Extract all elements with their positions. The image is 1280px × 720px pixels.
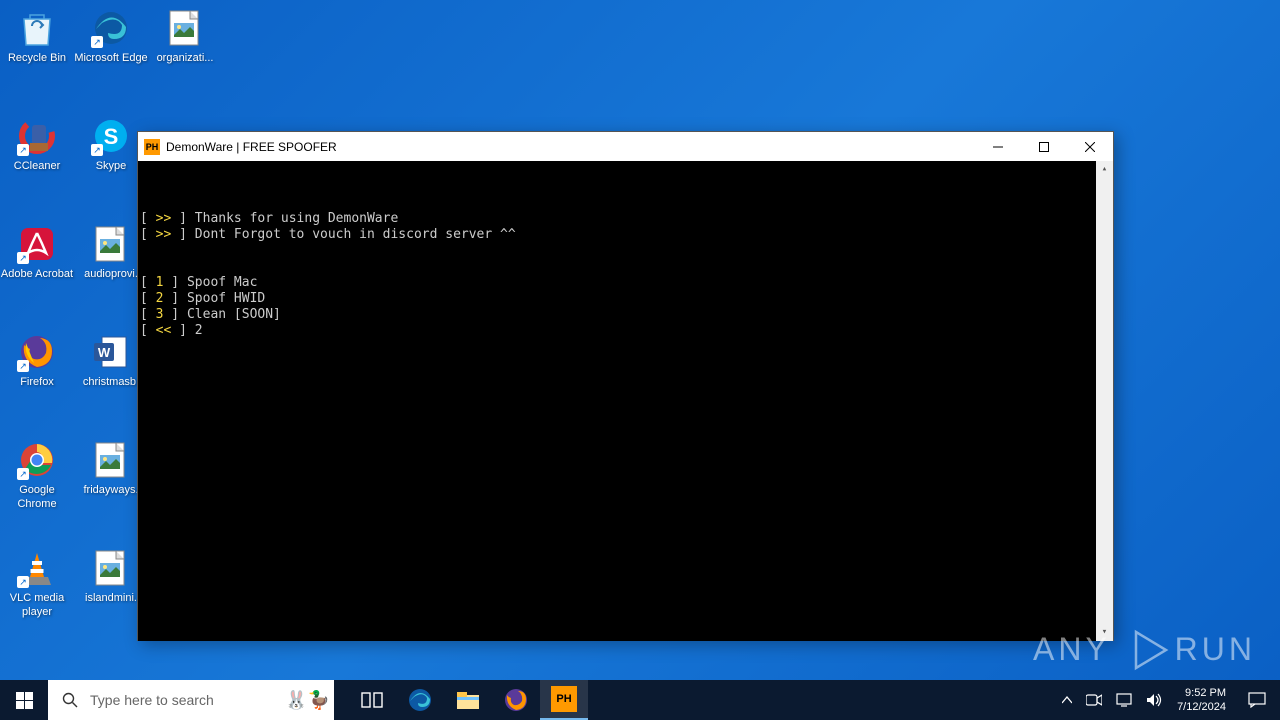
- ccleaner-icon: ↗: [17, 116, 57, 156]
- vlc-icon: ↗: [17, 548, 57, 588]
- taskbar: Type here to search 🐰🦆 PH 9:52 PM 7/12/2…: [0, 680, 1280, 720]
- firefox-icon: ↗: [17, 332, 57, 372]
- search-input[interactable]: Type here to search 🐰🦆: [48, 680, 334, 720]
- tray-network-icon[interactable]: [1109, 680, 1139, 720]
- acrobat-icon: ↗: [17, 224, 57, 264]
- menu-line: [ 3 ] Clean [SOON]: [140, 307, 1113, 323]
- desktop-icon-firefox[interactable]: ↗ Firefox: [0, 332, 74, 389]
- scroll-up-icon[interactable]: ▴: [1096, 161, 1113, 178]
- maximize-button[interactable]: [1021, 132, 1067, 161]
- taskbar-app-file-explorer[interactable]: [444, 680, 492, 720]
- scrollbar[interactable]: ▴ ▾: [1096, 161, 1113, 641]
- shortcut-arrow-icon: ↗: [17, 576, 29, 588]
- blank-line: [140, 179, 1113, 195]
- search-decoration: 🐰🦆: [285, 690, 330, 711]
- desktop-icon-google-chrome[interactable]: ↗ Google Chrome: [0, 440, 74, 512]
- shortcut-arrow-icon: ↗: [91, 144, 103, 156]
- desktop-icon-adobe-acrobat[interactable]: ↗ Adobe Acrobat: [0, 224, 74, 281]
- tray-date: 7/12/2024: [1177, 700, 1226, 714]
- search-icon: [62, 692, 78, 708]
- icon-label: Adobe Acrobat: [0, 267, 74, 281]
- tray-volume-icon[interactable]: [1139, 680, 1169, 720]
- taskbar-app-firefox[interactable]: [492, 680, 540, 720]
- watermark: ANY RUN: [1033, 631, 1256, 668]
- icon-label: Recycle Bin: [0, 51, 74, 65]
- tray-chevron-up-icon[interactable]: [1055, 680, 1079, 720]
- image-icon: [91, 440, 131, 480]
- blank-line: [140, 259, 1113, 275]
- recycle-icon: [17, 8, 57, 48]
- edge-icon: ↗: [91, 8, 131, 48]
- image-icon: [91, 548, 131, 588]
- svg-text:S: S: [104, 124, 119, 149]
- shortcut-arrow-icon: ↗: [17, 468, 29, 480]
- banner-line: [ >> ] Thanks for using DemonWare: [140, 211, 1113, 227]
- desktop-icon-organizati-[interactable]: organizati...: [148, 8, 222, 65]
- taskbar-app-edge[interactable]: [396, 680, 444, 720]
- shortcut-arrow-icon: ↗: [17, 252, 29, 264]
- action-center-button[interactable]: [1234, 680, 1280, 720]
- minimize-button[interactable]: [975, 132, 1021, 161]
- titlebar[interactable]: PH DemonWare | FREE SPOOFER: [138, 132, 1113, 161]
- icon-label: Firefox: [0, 375, 74, 389]
- search-placeholder: Type here to search: [90, 692, 214, 708]
- icon-label: organizati...: [148, 51, 222, 65]
- desktop-icon-microsoft-edge[interactable]: ↗ Microsoft Edge: [74, 8, 148, 65]
- app-icon: PH: [144, 139, 160, 155]
- close-button[interactable]: [1067, 132, 1113, 161]
- word-icon: W: [91, 332, 131, 372]
- icon-label: Google Chrome: [0, 483, 74, 512]
- desktop-icon-ccleaner[interactable]: ↗ CCleaner: [0, 116, 74, 173]
- banner-line: [ >> ] Dont Forgot to vouch in discord s…: [140, 227, 1113, 243]
- shortcut-arrow-icon: ↗: [17, 360, 29, 372]
- desktop-icon-vlc-media-player[interactable]: ↗ VLC media player: [0, 548, 74, 620]
- menu-line: [ 2 ] Spoof HWID: [140, 291, 1113, 307]
- taskbar-app-demonware[interactable]: PH: [540, 680, 588, 720]
- tray-clock[interactable]: 9:52 PM 7/12/2024: [1169, 686, 1234, 715]
- desktop-icon-recycle-bin[interactable]: Recycle Bin: [0, 8, 74, 65]
- shortcut-arrow-icon: ↗: [17, 144, 29, 156]
- svg-text:W: W: [98, 345, 111, 360]
- start-button[interactable]: [0, 680, 48, 720]
- blank-line: [140, 243, 1113, 259]
- icon-label: Microsoft Edge: [74, 51, 148, 65]
- window-title: DemonWare | FREE SPOOFER: [166, 140, 337, 154]
- chrome-icon: ↗: [17, 440, 57, 480]
- taskbar-app-task-view[interactable]: [348, 680, 396, 720]
- prompt-line: [ << ] 2: [140, 323, 1113, 339]
- terminal-body[interactable]: ▴ ▾ [ >> ] Thanks for using DemonWare[ >…: [138, 161, 1113, 641]
- task-icons: PH: [348, 680, 588, 720]
- tray-time: 9:52 PM: [1177, 686, 1226, 700]
- blank-line: [140, 195, 1113, 211]
- menu-line: [ 1 ] Spoof Mac: [140, 275, 1113, 291]
- image-icon: [165, 8, 205, 48]
- window-controls: [975, 132, 1113, 161]
- image-icon: [91, 224, 131, 264]
- tray-meet-now-icon[interactable]: [1079, 680, 1109, 720]
- skype-icon: S↗: [91, 116, 131, 156]
- terminal-window: PH DemonWare | FREE SPOOFER ▴ ▾ [ >> ] T…: [137, 131, 1114, 641]
- icon-label: CCleaner: [0, 159, 74, 173]
- shortcut-arrow-icon: ↗: [91, 36, 103, 48]
- system-tray: 9:52 PM 7/12/2024: [1055, 680, 1280, 720]
- blank-line: [140, 163, 1113, 179]
- icon-label: VLC media player: [0, 591, 74, 620]
